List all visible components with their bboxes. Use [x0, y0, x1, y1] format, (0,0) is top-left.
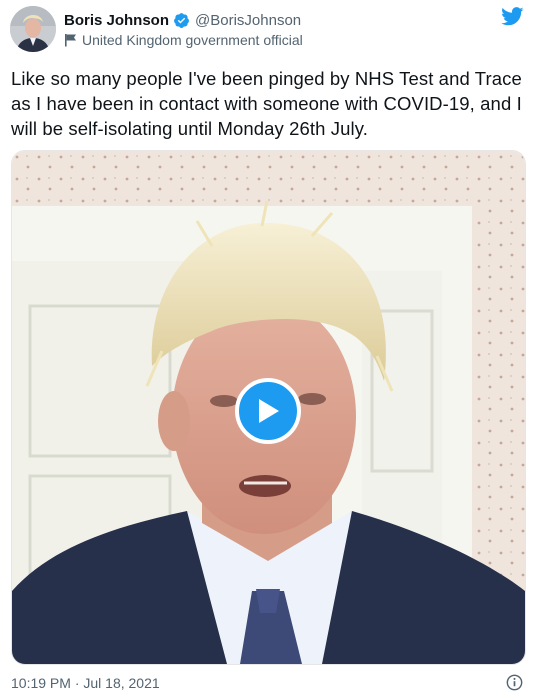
author-name[interactable]: Boris Johnson: [64, 12, 169, 29]
author-line: Boris Johnson @BorisJohnson: [64, 9, 301, 31]
tweet-timestamp[interactable]: 10:19 PM · Jul 18, 2021: [11, 675, 160, 691]
flag-icon: [64, 33, 77, 47]
video-player[interactable]: [11, 150, 526, 665]
play-icon: [255, 397, 281, 425]
tweet-card: Boris Johnson @BorisJohnson United Kingd…: [0, 0, 536, 697]
tweet-text: Like so many people I've been pinged by …: [11, 68, 522, 139]
avatar[interactable]: [10, 6, 56, 52]
government-label-text: United Kingdom government official: [82, 32, 303, 48]
play-button[interactable]: [235, 378, 301, 444]
government-label[interactable]: United Kingdom government official: [64, 31, 303, 49]
info-icon[interactable]: [506, 674, 523, 691]
twitter-bird-icon[interactable]: [501, 7, 524, 26]
author-handle[interactable]: @BorisJohnson: [195, 12, 301, 29]
verified-badge-icon: [173, 12, 190, 29]
